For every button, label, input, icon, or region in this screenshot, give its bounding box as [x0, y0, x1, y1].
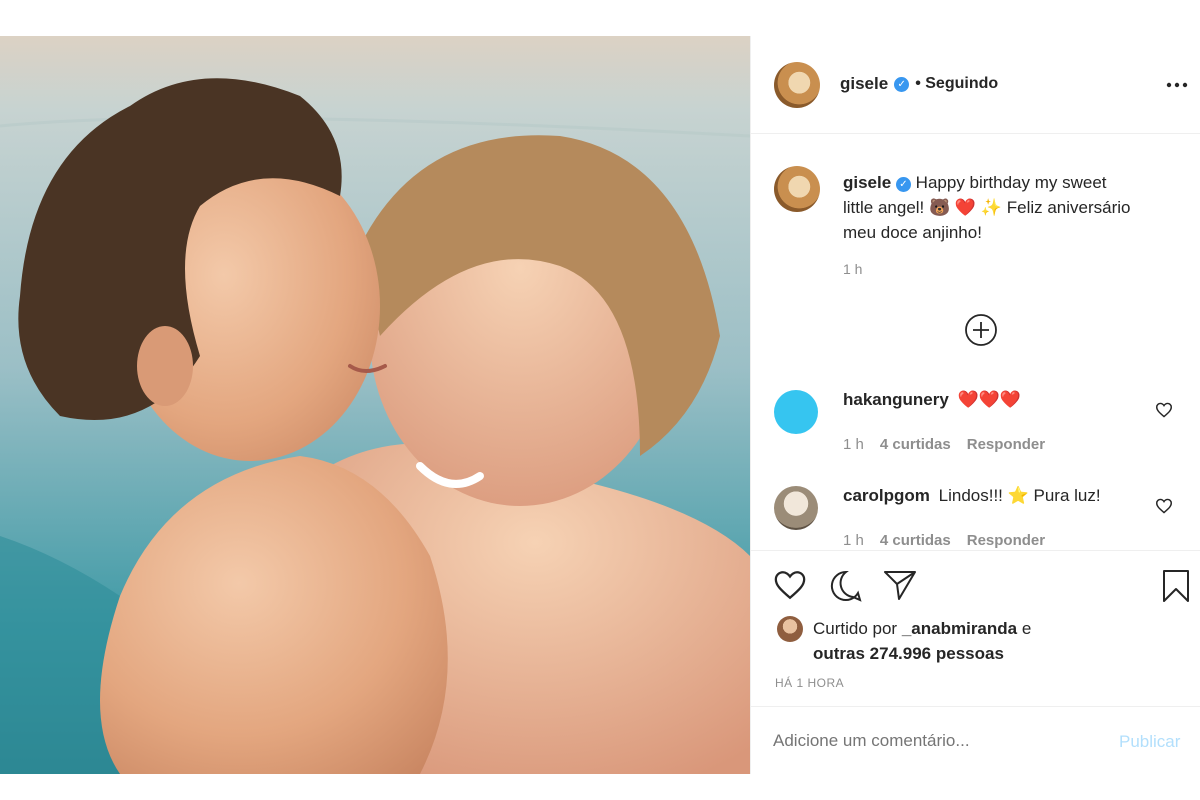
author-avatar[interactable]	[774, 62, 820, 108]
comment-text: ❤️❤️❤️	[957, 390, 1022, 409]
likes-count[interactable]: outras 274.996 pessoas	[813, 644, 1004, 663]
action-bar	[751, 550, 1200, 610]
commenter-avatar[interactable]	[774, 390, 818, 434]
caption-block: gisele ✓ Happy birthday my sweet little …	[751, 134, 1200, 284]
comment-like-heart-icon[interactable]	[1155, 402, 1173, 418]
comments-list: hakangunery ❤️❤️❤️ 1 h 4 curtidas Respon…	[751, 366, 1200, 550]
post-photo[interactable]	[0, 36, 750, 774]
comment-composer: Publicar	[751, 706, 1200, 774]
caption-text-1: Happy birthday my sweet	[915, 173, 1107, 192]
reply-button[interactable]: Responder	[967, 532, 1045, 549]
comment-like-heart-icon[interactable]	[1155, 498, 1173, 514]
commenter-username[interactable]: hakangunery	[843, 390, 949, 409]
verified-badge-icon: ✓	[894, 76, 910, 92]
comment-text: Lindos!!! ⭐ Pura luz!	[938, 486, 1101, 505]
comment-likes[interactable]: 4 curtidas	[880, 532, 951, 549]
comment-input[interactable]	[773, 727, 1103, 755]
reply-button[interactable]: Responder	[967, 436, 1045, 453]
follow-status[interactable]: • Seguindo	[915, 75, 998, 93]
caption-text-3: meu doce anjinho!	[843, 223, 982, 242]
publish-button[interactable]: Publicar	[1119, 732, 1180, 752]
comment-likes[interactable]: 4 curtidas	[880, 436, 951, 453]
caption-text-2b: Feliz aniversário	[1006, 198, 1131, 217]
caption-text-2a: little angel!	[843, 198, 925, 217]
save-bookmark-icon[interactable]	[1161, 569, 1191, 603]
commenter-avatar[interactable]	[774, 486, 818, 530]
post-timestamp[interactable]: HÁ 1 HORA	[775, 676, 844, 690]
caption-time[interactable]: 1 h	[843, 261, 862, 277]
liker-username[interactable]: _anabmiranda	[902, 619, 1017, 638]
commenter-username[interactable]: carolpgom	[843, 486, 930, 505]
post-header: gisele ✓ • Seguindo	[751, 36, 1200, 134]
bear-emoji-icon: 🐻	[929, 198, 951, 217]
sparkles-emoji-icon: ✨	[980, 198, 1002, 217]
liked-by-label: Curtido por	[813, 619, 898, 638]
heart-emoji-icon: ❤️	[954, 198, 977, 217]
liked-by-tail: e	[1021, 619, 1032, 638]
comment-item: carolpgom Lindos!!! ⭐ Pura luz! 1 h 4 cu…	[751, 482, 1200, 550]
post-side-panel: gisele ✓ • Seguindo gisele ✓ Happy birth…	[750, 36, 1200, 774]
load-more-comments-icon[interactable]	[964, 313, 998, 347]
comment-time[interactable]: 1 h	[843, 532, 864, 549]
likes-summary: Curtido por _anabmiranda e outras 274.99…	[751, 614, 1200, 674]
liker-avatar[interactable]	[777, 616, 803, 642]
comment-time[interactable]: 1 h	[843, 436, 864, 453]
comment-bubble-icon[interactable]	[829, 569, 863, 603]
more-options-icon[interactable]	[1166, 80, 1188, 90]
verified-badge-icon: ✓	[895, 177, 911, 192]
comment-item: hakangunery ❤️❤️❤️ 1 h 4 curtidas Respon…	[751, 386, 1200, 466]
like-heart-icon[interactable]	[773, 569, 807, 601]
author-username[interactable]: gisele	[840, 74, 888, 94]
post-photo-illustration	[0, 36, 750, 774]
caption-username[interactable]: gisele	[843, 173, 891, 192]
share-plane-icon[interactable]	[883, 569, 917, 601]
caption-avatar[interactable]	[774, 166, 820, 212]
